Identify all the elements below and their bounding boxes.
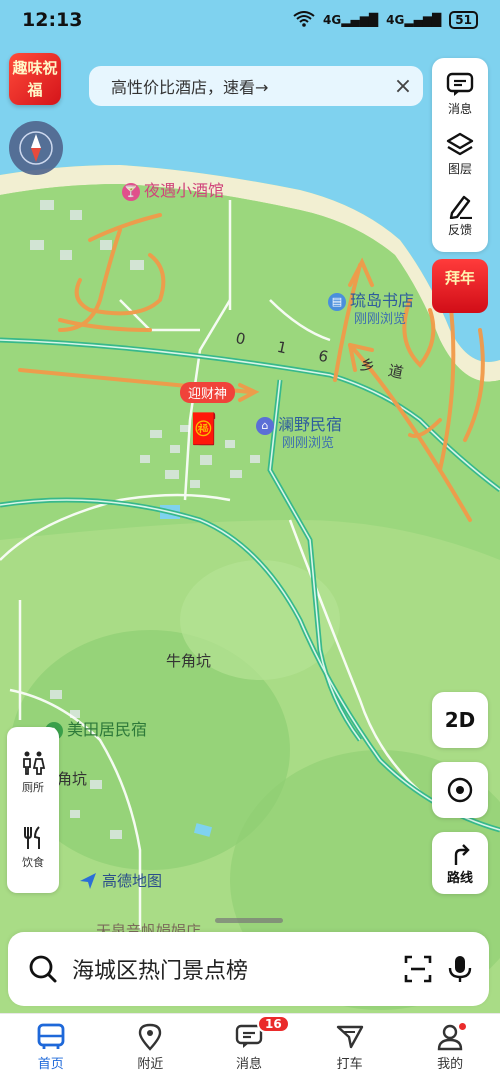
notice-text[interactable]: 高性价比酒店，速看→ [111, 74, 383, 98]
bookstore-icon: ▤ [328, 292, 346, 311]
scan-icon[interactable] [403, 954, 433, 984]
profile-notification-dot [459, 1022, 467, 1030]
bottom-tab-bar: 首页 附近 16 消息 打车 我的 [0, 1013, 500, 1080]
poi-bar-label: 夜遇小酒馆 [144, 181, 225, 200]
hotel-notice-banner[interactable]: 高性价比酒店，速看→ × [89, 66, 423, 106]
new-year-label: 拜年 [444, 269, 475, 287]
category-toilet[interactable]: 厕所 [20, 750, 46, 795]
mascot-icon[interactable]: 🧧 [185, 412, 222, 447]
tab-nearby[interactable]: 附近 [137, 1023, 163, 1072]
poi-bookstore-sub: 刚刚浏览 [354, 311, 407, 327]
poi-bar[interactable]: 🍸 夜遇小酒馆 [122, 177, 224, 201]
compass-button[interactable] [9, 121, 63, 175]
locate-icon [447, 777, 473, 803]
signal-icon-2: 4G▂▄▆█ [386, 13, 442, 27]
signal-icon-1: 4G▂▄▆█ [323, 13, 379, 27]
bed-icon: ⌂ [256, 416, 274, 435]
map-mode-button[interactable]: 2D [432, 692, 488, 748]
close-icon[interactable]: × [383, 74, 423, 99]
tab-messages-label: 消息 [235, 1056, 262, 1072]
tab-taxi[interactable]: 打车 [335, 1023, 365, 1072]
status-icons: 4G▂▄▆█ 4G▂▄▆█ 51 [293, 10, 478, 30]
microphone-icon[interactable] [447, 954, 473, 984]
tool-feedback-label: 反馈 [447, 223, 472, 238]
status-time: 12:13 [22, 9, 83, 31]
amap-logo: 高德地图 [78, 870, 162, 891]
compass-icon [19, 131, 53, 165]
tab-home[interactable]: 首页 [36, 1023, 66, 1072]
status-bar: 12:13 4G▂▄▆█ 4G▂▄▆█ 51 [0, 0, 500, 40]
category-panel: 厕所 饮食 [7, 727, 59, 893]
food-icon [24, 826, 40, 849]
map-tools-panel: 消息 图层 反馈 [432, 58, 488, 252]
tool-message[interactable]: 消息 [446, 72, 474, 117]
category-food-label: 饮食 [22, 856, 44, 869]
route-label: 路线 [446, 870, 473, 886]
wifi-icon [293, 10, 315, 30]
fortune-tag[interactable]: 迎财神 [180, 382, 236, 403]
tab-profile-label: 我的 [437, 1056, 464, 1072]
toilet-icon [23, 751, 46, 775]
search-input[interactable]: 海城区热门景点榜 [72, 953, 389, 985]
tab-nearby-label: 附近 [137, 1056, 164, 1072]
poi-guesthouse[interactable]: ⌂ 澜野民宿 刚刚浏览 [256, 416, 342, 452]
route-icon [454, 843, 470, 865]
locate-button[interactable] [432, 762, 488, 818]
battery-icon: 51 [449, 11, 478, 29]
new-year-greeting-button[interactable]: 拜年 [432, 259, 488, 313]
poi-guesthouse-sub: 刚刚浏览 [282, 435, 335, 451]
tool-message-label: 消息 [447, 101, 472, 116]
route-button[interactable]: 路线 [432, 832, 488, 894]
feedback-icon [449, 195, 472, 220]
home-bus-icon [37, 1023, 65, 1049]
tool-layers[interactable]: 图层 [446, 132, 474, 177]
search-icon [29, 955, 57, 983]
poi-guesthouse-label: 澜野民宿 [278, 415, 343, 434]
layers-icon [446, 133, 474, 156]
message-icon [446, 72, 474, 96]
place-jiaokeng: 角坑 [57, 770, 88, 788]
taxi-icon [336, 1025, 363, 1048]
amap-logo-icon [80, 872, 96, 889]
tab-taxi-label: 打车 [336, 1056, 363, 1072]
tool-feedback[interactable]: 反馈 [446, 193, 474, 238]
poi-meitian-label: 美田居民宿 [67, 720, 148, 739]
tab-profile[interactable]: 我的 [436, 1022, 467, 1072]
sheet-drag-handle[interactable] [215, 918, 283, 923]
amap-logo-text: 高德地图 [102, 872, 163, 890]
poi-bookstore-label: 琉岛书店 [350, 291, 415, 310]
location-pin-icon [139, 1023, 162, 1051]
category-food[interactable]: 饮食 [20, 825, 46, 870]
tab-messages[interactable]: 16 消息 [235, 1014, 290, 1072]
search-bar[interactable]: 海城区热门景点榜 [8, 932, 489, 1006]
tab-home-label: 首页 [37, 1056, 64, 1072]
cocktail-icon: 🍸 [122, 182, 140, 201]
category-toilet-label: 厕所 [22, 781, 44, 794]
tool-layers-label: 图层 [447, 162, 472, 177]
message-count-badge: 16 [257, 1014, 290, 1033]
fun-blessing-badge[interactable]: 趣味祝福 [9, 53, 61, 105]
place-niujiaokeng: 牛角坑 [166, 652, 212, 670]
poi-meitian[interactable]: ⌂美田居民宿 [45, 716, 147, 740]
poi-bookstore[interactable]: ▤ 琉岛书店 刚刚浏览 [328, 292, 414, 328]
